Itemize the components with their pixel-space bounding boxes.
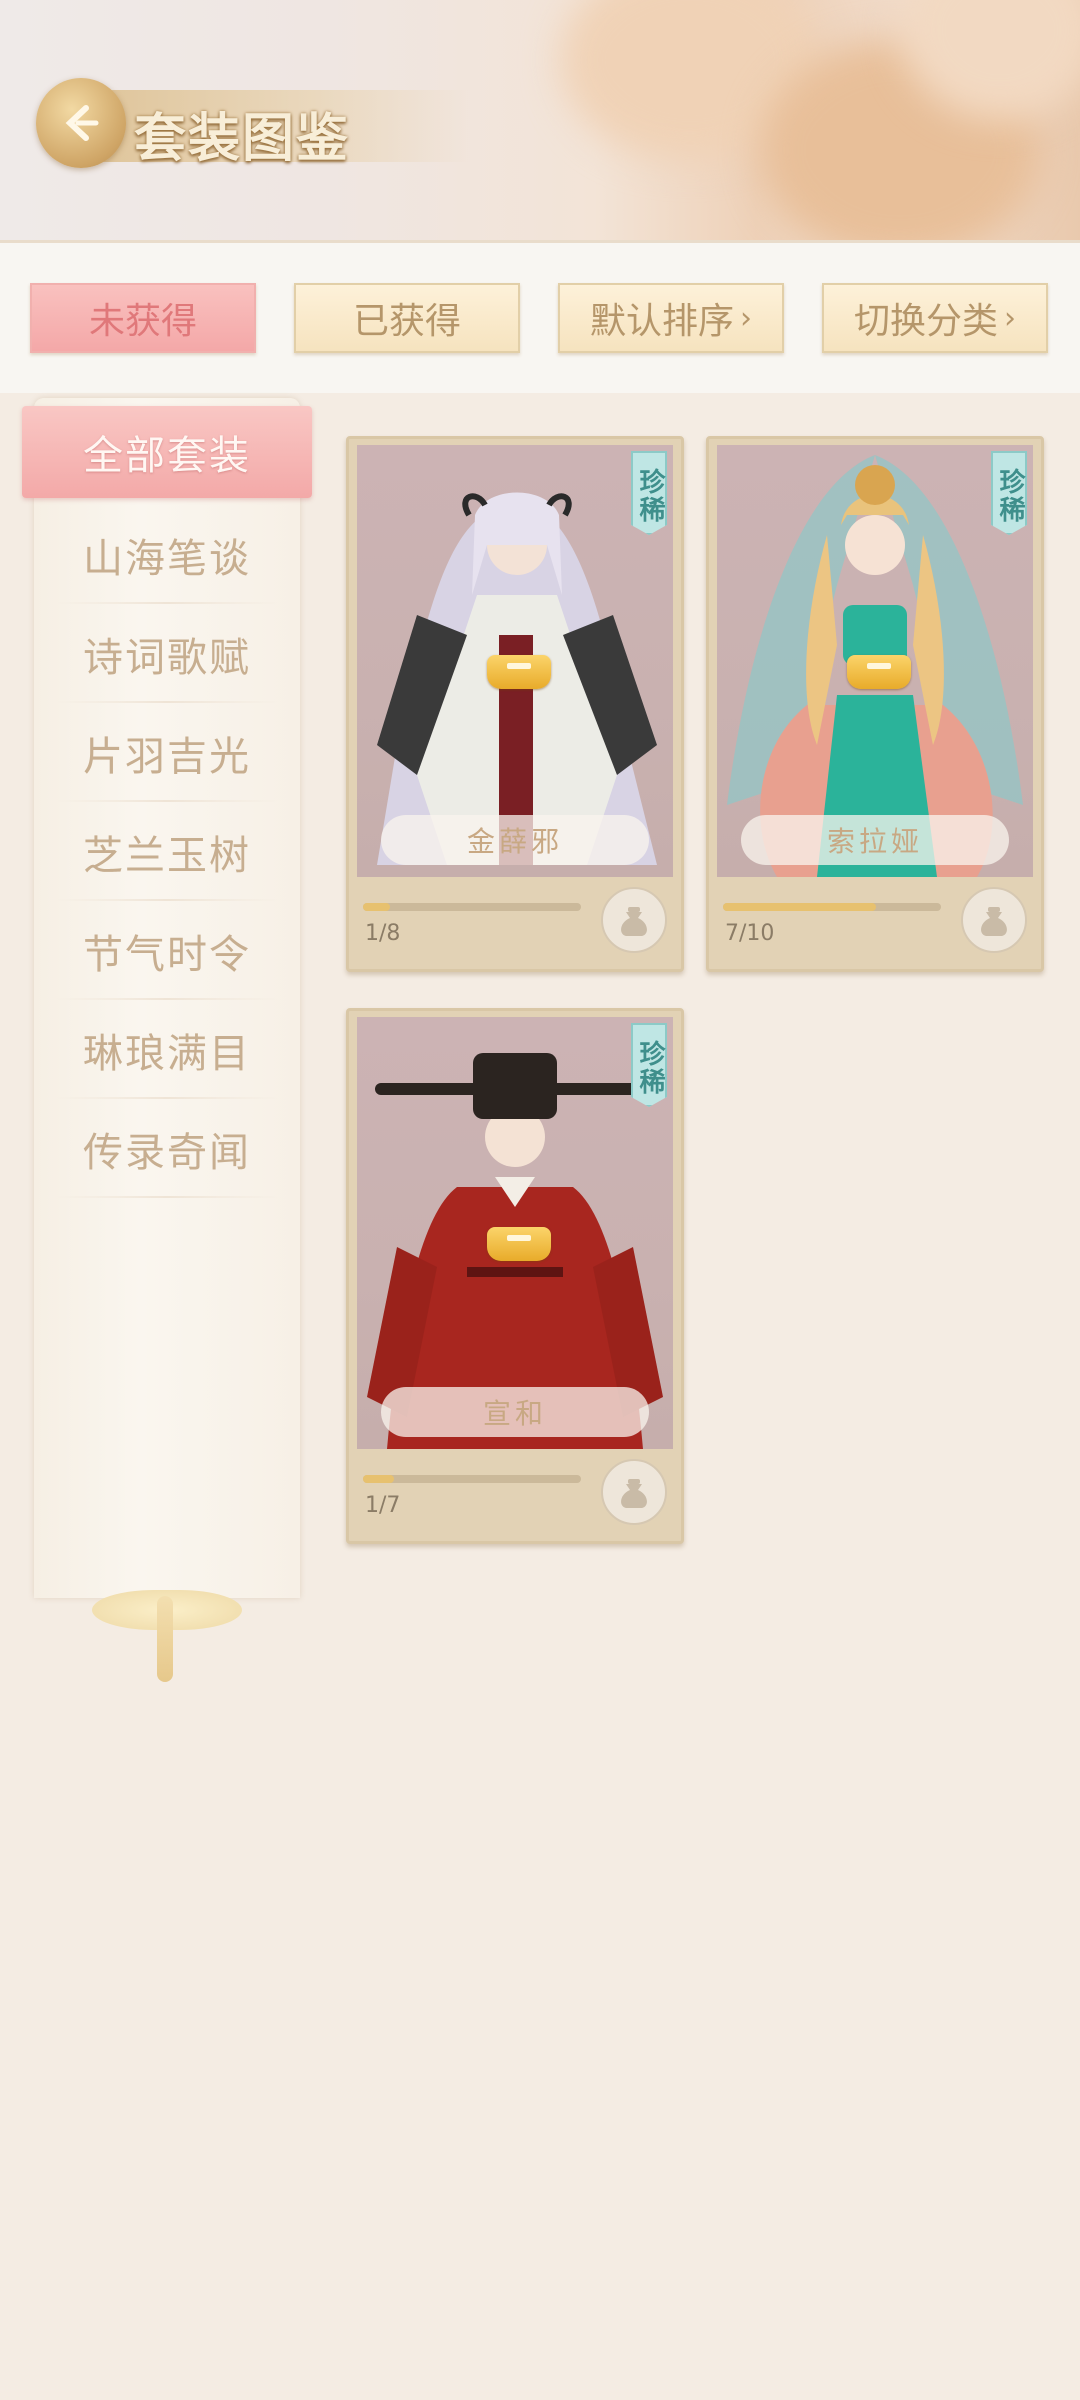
progress-bar [363, 1475, 581, 1483]
progress-bar [723, 903, 941, 911]
back-button[interactable] [36, 78, 126, 168]
suit-name: 宣和 [381, 1387, 649, 1437]
obtained-label: 已获得 [352, 301, 461, 342]
sidebar-item-label: 诗词歌赋 [83, 635, 251, 681]
sidebar-item-all[interactable]: 全部套装 [22, 406, 312, 498]
suit-image: 珍稀 索拉娅 [717, 445, 1033, 877]
sidebar-item-shanhai[interactable]: 山海笔谈 [36, 506, 298, 604]
suit-name: 金薛邪 [381, 815, 649, 865]
obtained-tab[interactable]: 已获得 [294, 283, 520, 353]
lock-icon [487, 655, 551, 689]
progress-fill [723, 903, 876, 911]
page-title: 套装图鉴 [134, 108, 351, 169]
suit-image: 珍稀 宣和 [357, 1017, 673, 1449]
progress-count: 1/8 [365, 921, 401, 946]
not-obtained-label: 未获得 [88, 301, 197, 342]
suit-name: 索拉娅 [741, 815, 1009, 865]
tassel-decoration [157, 1596, 173, 1682]
rarity-badge: 珍稀 [631, 1023, 667, 1107]
suit-card[interactable]: 珍稀 金薛邪 1/8 [346, 436, 684, 972]
sidebar-item-label: 片羽吉光 [83, 734, 251, 780]
sidebar-item-label: 山海笔谈 [83, 536, 251, 582]
sort-button[interactable]: 默认排序 › [558, 283, 784, 353]
back-arrow-icon [65, 105, 99, 141]
suit-image: 珍稀 金薛邪 [357, 445, 673, 877]
bag-button[interactable] [601, 1459, 667, 1525]
progress-count: 7/10 [725, 921, 775, 946]
bag-icon [981, 907, 1007, 936]
suit-card[interactable]: 珍稀 索拉娅 7/10 [706, 436, 1044, 972]
progress-fill [363, 903, 391, 911]
bag-button[interactable] [961, 887, 1027, 953]
progress-bar [363, 903, 581, 911]
suit-card[interactable]: 珍稀 宣和 1/7 [346, 1008, 684, 1544]
sidebar-item-orchid[interactable]: 芝兰玉树 [36, 803, 298, 901]
progress-fill [363, 1475, 395, 1483]
sidebar-item-label: 传录奇闻 [83, 1130, 251, 1176]
sidebar-item-treasures[interactable]: 琳琅满目 [36, 1001, 298, 1099]
sidebar-item-poetry[interactable]: 诗词歌赋 [36, 605, 298, 703]
lock-icon [487, 1227, 551, 1261]
chevron-right-icon: › [1004, 300, 1016, 336]
sidebar-item-feather[interactable]: 片羽吉光 [36, 704, 298, 802]
category-label: 切换分类 [853, 301, 998, 342]
rarity-badge: 珍稀 [631, 451, 667, 535]
not-obtained-tab[interactable]: 未获得 [30, 283, 256, 353]
sidebar-item-label: 琳琅满目 [83, 1031, 251, 1077]
header: 套装图鉴 [0, 0, 1080, 240]
sidebar-item-label: 芝兰玉树 [83, 833, 251, 879]
bag-icon [621, 907, 647, 936]
chevron-right-icon: › [740, 300, 752, 336]
filter-bar: 未获得 已获得 默认排序 › 切换分类 › [0, 240, 1080, 393]
rarity-badge: 珍稀 [991, 451, 1027, 535]
bag-icon [621, 1479, 647, 1508]
sidebar-item-legends[interactable]: 传录奇闻 [36, 1100, 298, 1198]
progress-count: 1/7 [365, 1493, 401, 1518]
sidebar-item-seasons[interactable]: 节气时令 [36, 902, 298, 1000]
category-button[interactable]: 切换分类 › [822, 283, 1048, 353]
sidebar-item-label: 全部套装 [83, 433, 251, 479]
bag-button[interactable] [601, 887, 667, 953]
sidebar-item-label: 节气时令 [83, 932, 251, 978]
lock-icon [847, 655, 911, 689]
sort-label: 默认排序 [589, 301, 734, 342]
